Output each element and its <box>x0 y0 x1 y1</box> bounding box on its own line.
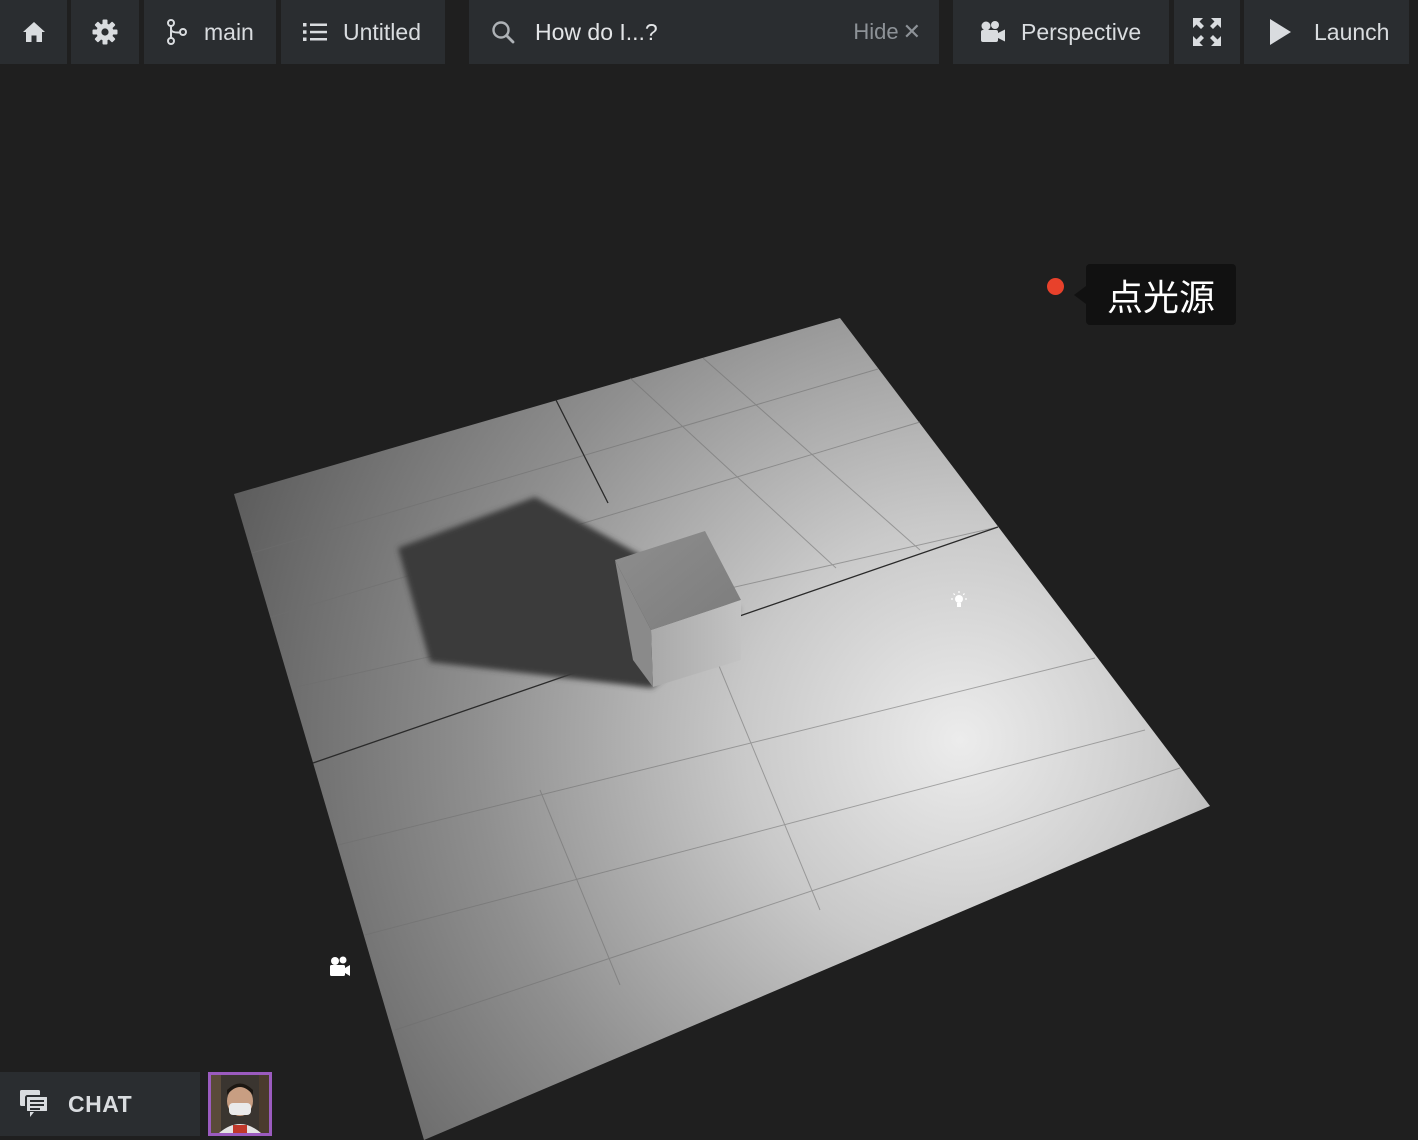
branch-button[interactable]: main <box>144 0 276 64</box>
git-branch-icon <box>167 19 187 45</box>
chat-button[interactable]: CHAT <box>0 1072 200 1136</box>
video-camera-icon <box>981 21 1005 42</box>
hide-search-button[interactable]: Hide ✕ <box>853 0 921 64</box>
search-text: How do I...? <box>535 18 658 45</box>
point-light-marker[interactable] <box>1047 278 1064 295</box>
chat-label: CHAT <box>68 1090 133 1117</box>
chat-icon <box>20 1090 48 1117</box>
home-icon <box>22 22 45 42</box>
settings-button[interactable] <box>71 0 139 64</box>
play-icon <box>1270 19 1291 45</box>
scene-title: Untitled <box>343 18 421 45</box>
hide-label: Hide <box>853 19 899 44</box>
camera-icon[interactable] <box>328 955 352 979</box>
user-avatar[interactable] <box>208 1072 272 1136</box>
home-button[interactable] <box>0 0 67 64</box>
search-icon <box>492 21 515 44</box>
fullscreen-button[interactable] <box>1174 0 1240 64</box>
camera-mode-button[interactable]: Perspective <box>953 0 1169 64</box>
top-toolbar: main Untitled How do I...? Hide ✕ Perspe… <box>0 0 1418 64</box>
launch-label: Launch <box>1314 18 1390 45</box>
camera-mode-label: Perspective <box>1021 18 1142 45</box>
light-bulb-icon[interactable] <box>948 590 970 612</box>
fullscreen-icon <box>1193 18 1221 46</box>
close-icon: ✕ <box>902 19 921 44</box>
scene-render[interactable] <box>0 64 1418 1140</box>
help-search-input[interactable]: How do I...? Hide ✕ <box>469 0 939 64</box>
launch-button[interactable]: Launch <box>1244 0 1409 64</box>
ground-plane[interactable] <box>234 318 1210 1140</box>
branch-label: main <box>204 18 254 45</box>
gear-icon <box>92 19 118 45</box>
3d-viewport[interactable]: 点光源 <box>0 64 1418 1140</box>
scene-list-button[interactable]: Untitled <box>281 0 445 64</box>
list-icon <box>303 23 327 41</box>
point-light-label: 点光源 <box>1074 264 1236 325</box>
avatar-image <box>211 1075 269 1133</box>
